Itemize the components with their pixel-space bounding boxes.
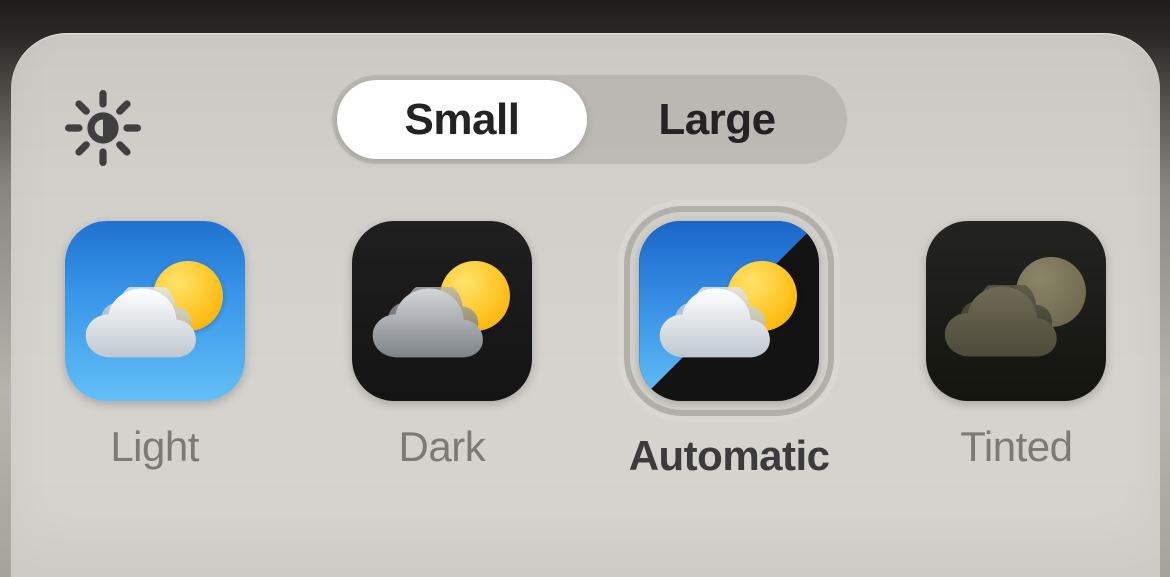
weather-icon-tinted [926,221,1106,401]
appearance-option-automatic[interactable]: Automatic [599,221,859,551]
appearance-label: Tinted [960,423,1072,471]
appearance-option-light[interactable]: Light [25,221,285,551]
appearance-option-tinted[interactable]: Tinted [886,221,1146,551]
appearance-label: Automatic [629,432,830,480]
appearance-label: Light [110,423,199,471]
size-option-large[interactable]: Large [587,75,847,164]
appearance-option-dark[interactable]: Dark [312,221,572,551]
customize-panel: Small Large Light Dark [11,33,1160,577]
appearance-row: Light Dark Automatic [11,221,1160,551]
appearance-label: Dark [399,423,486,471]
icon-size-segmented: Small Large [332,75,847,164]
weather-icon-automatic [639,221,819,401]
brightness-icon[interactable] [61,86,145,170]
size-option-small[interactable]: Small [337,80,587,159]
weather-icon-light [65,221,245,401]
weather-icon-dark [352,221,532,401]
